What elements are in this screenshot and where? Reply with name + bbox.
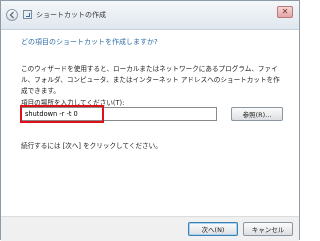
wizard-description: このウィザードを使用すると、ローカルまたはネットワークにあるプログラム、ファイル… <box>21 65 280 95</box>
shortcut-icon <box>23 10 32 19</box>
location-input[interactable] <box>21 107 217 121</box>
next-button[interactable]: 次へ(N) <box>188 222 238 236</box>
close-button[interactable]: ✕ <box>277 6 293 18</box>
window-title: ショートカットの作成 <box>36 11 106 19</box>
wizard-question: どの項目のショートカットを作成しますか? <box>21 38 158 46</box>
title-bar: ショートカットの作成 ✕ <box>1 1 299 30</box>
browse-button[interactable]: 参照(R)... <box>231 107 283 121</box>
wizard-footer: 次へ(N) キャンセル <box>1 216 299 241</box>
cancel-button[interactable]: キャンセル <box>243 222 293 236</box>
location-label: 項目の場所を入力してください(T): <box>21 99 125 107</box>
create-shortcut-window: ショートカットの作成 ✕ どの項目のショートカットを作成しますか? このウィザー… <box>0 0 300 241</box>
continue-instructions: 続行するには [次へ] をクリックしてください。 <box>21 142 162 150</box>
back-arrow-icon <box>9 11 14 19</box>
back-button[interactable] <box>6 9 18 21</box>
